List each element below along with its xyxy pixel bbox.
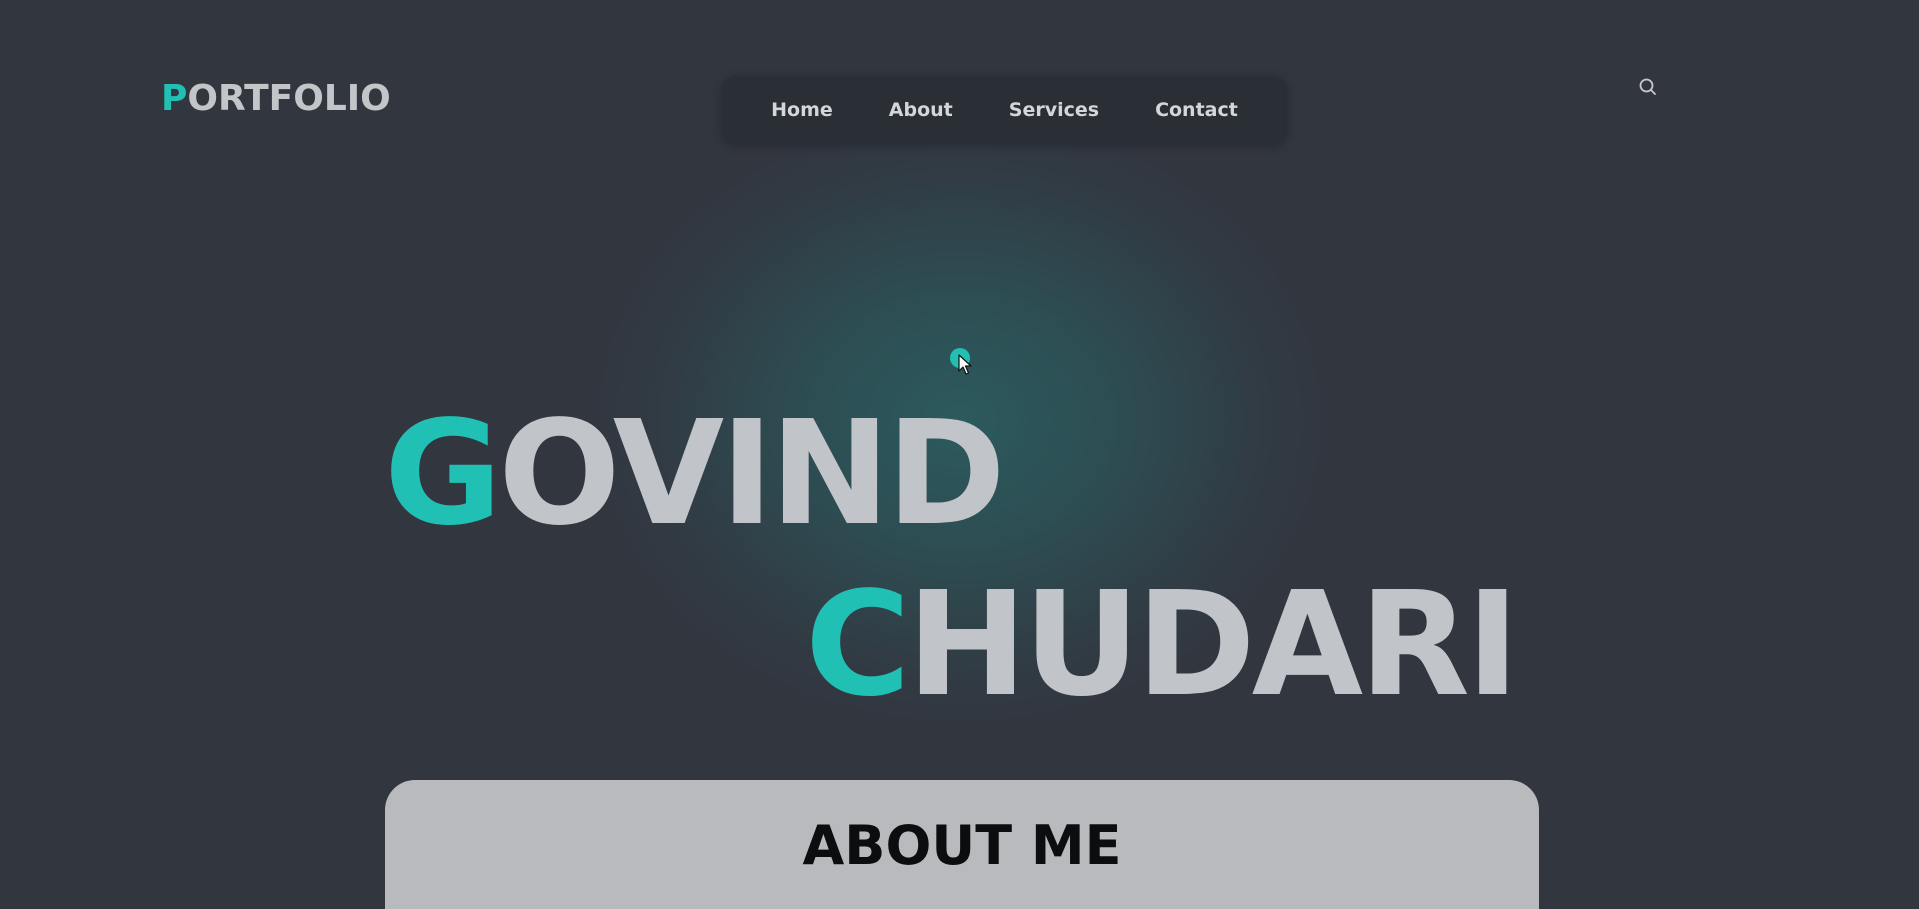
logo-initial: P (161, 78, 188, 119)
hero-last-name: CHUDARI (805, 569, 1520, 719)
nav-about[interactable]: About (889, 99, 953, 121)
hero-last-initial: C (805, 560, 911, 728)
nav-home[interactable]: Home (771, 99, 833, 121)
hero-last-rest: HUDARI (906, 560, 1520, 728)
search-icon[interactable] (1638, 77, 1658, 97)
page: PORTFOLIO Home About Services Contact GO… (0, 0, 1919, 909)
about-section: ABOUT ME (385, 780, 1539, 909)
main-nav: Home About Services Contact (722, 76, 1287, 144)
hero-first-name: GOVIND (384, 398, 1006, 548)
nav-services[interactable]: Services (1009, 99, 1099, 121)
about-title: ABOUT ME (802, 814, 1122, 877)
nav-contact[interactable]: Contact (1155, 99, 1238, 121)
portfolio-logo[interactable]: PORTFOLIO (161, 76, 391, 122)
hero-first-initial: G (384, 389, 502, 557)
cursor-arrow-icon (958, 354, 972, 376)
logo-text: ORTFOLIO (187, 78, 391, 119)
hero-first-rest: OVIND (498, 389, 1006, 557)
